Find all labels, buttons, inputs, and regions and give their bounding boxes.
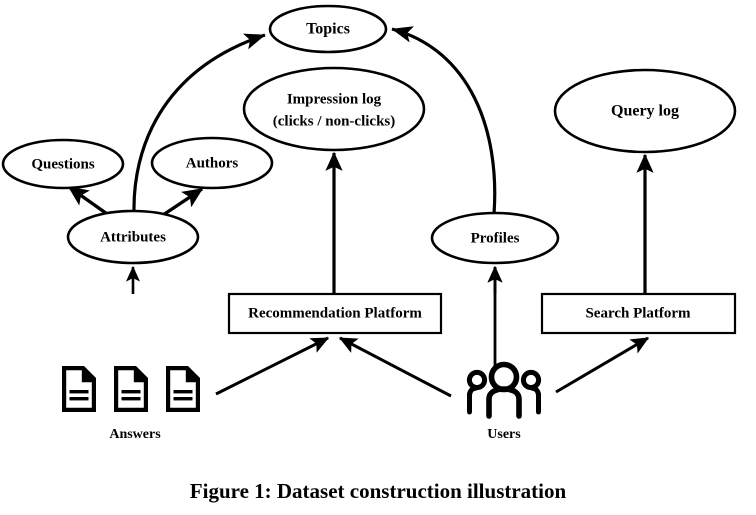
- node-attributes-label: Attributes: [100, 229, 166, 245]
- node-query-log[interactable]: Query log: [553, 68, 737, 154]
- node-attributes[interactable]: Attributes: [66, 209, 200, 265]
- document-icon: [114, 366, 148, 412]
- node-search-platform[interactable]: Search Platform: [540, 292, 737, 335]
- document-icon: [62, 366, 96, 412]
- node-questions[interactable]: Questions: [1, 138, 125, 190]
- icon-answers-group[interactable]: Answers: [62, 366, 200, 442]
- icon-users-group[interactable]: Users: [466, 361, 542, 443]
- node-topics-label: Topics: [306, 21, 350, 38]
- node-recommendation-platform[interactable]: Recommendation Platform: [227, 292, 443, 335]
- edge-attributes-to-questions: [67, 185, 111, 218]
- document-icon: [166, 366, 200, 412]
- users-icon: [466, 361, 542, 419]
- node-recommendation-platform-label: Recommendation Platform: [248, 305, 422, 321]
- node-impression-log-ellipse: [242, 66, 426, 152]
- edge-users-to-search-platform: [555, 336, 650, 394]
- edge-attributes-to-authors: [159, 187, 204, 219]
- icon-answers-label: Answers: [109, 427, 161, 442]
- node-authors-label: Authors: [186, 155, 239, 171]
- figure-container: Topics Impression log (clicks / non-clic…: [0, 0, 756, 515]
- node-impression-log[interactable]: Impression log (clicks / non-clicks): [242, 66, 426, 152]
- node-authors[interactable]: Authors: [150, 136, 274, 190]
- node-profiles-label: Profiles: [471, 230, 520, 246]
- dataset-construction-diagram: Topics Impression log (clicks / non-clic…: [1, 4, 737, 503]
- node-impression-log-label-line2: (clicks / non-clicks): [273, 113, 396, 129]
- figure-caption: Figure 1: Dataset construction illustrat…: [190, 479, 567, 503]
- node-topics[interactable]: Topics: [268, 4, 388, 54]
- icon-users-label: Users: [487, 427, 521, 442]
- edge-answers-to-recommendation-platform: [215, 336, 330, 396]
- node-query-log-label: Query log: [611, 103, 679, 120]
- node-impression-log-label-line1: Impression log: [287, 91, 382, 107]
- node-questions-label: Questions: [31, 156, 95, 172]
- edge-users-to-recommendation-platform: [338, 336, 452, 398]
- node-search-platform-label: Search Platform: [585, 305, 691, 321]
- node-profiles[interactable]: Profiles: [430, 211, 560, 265]
